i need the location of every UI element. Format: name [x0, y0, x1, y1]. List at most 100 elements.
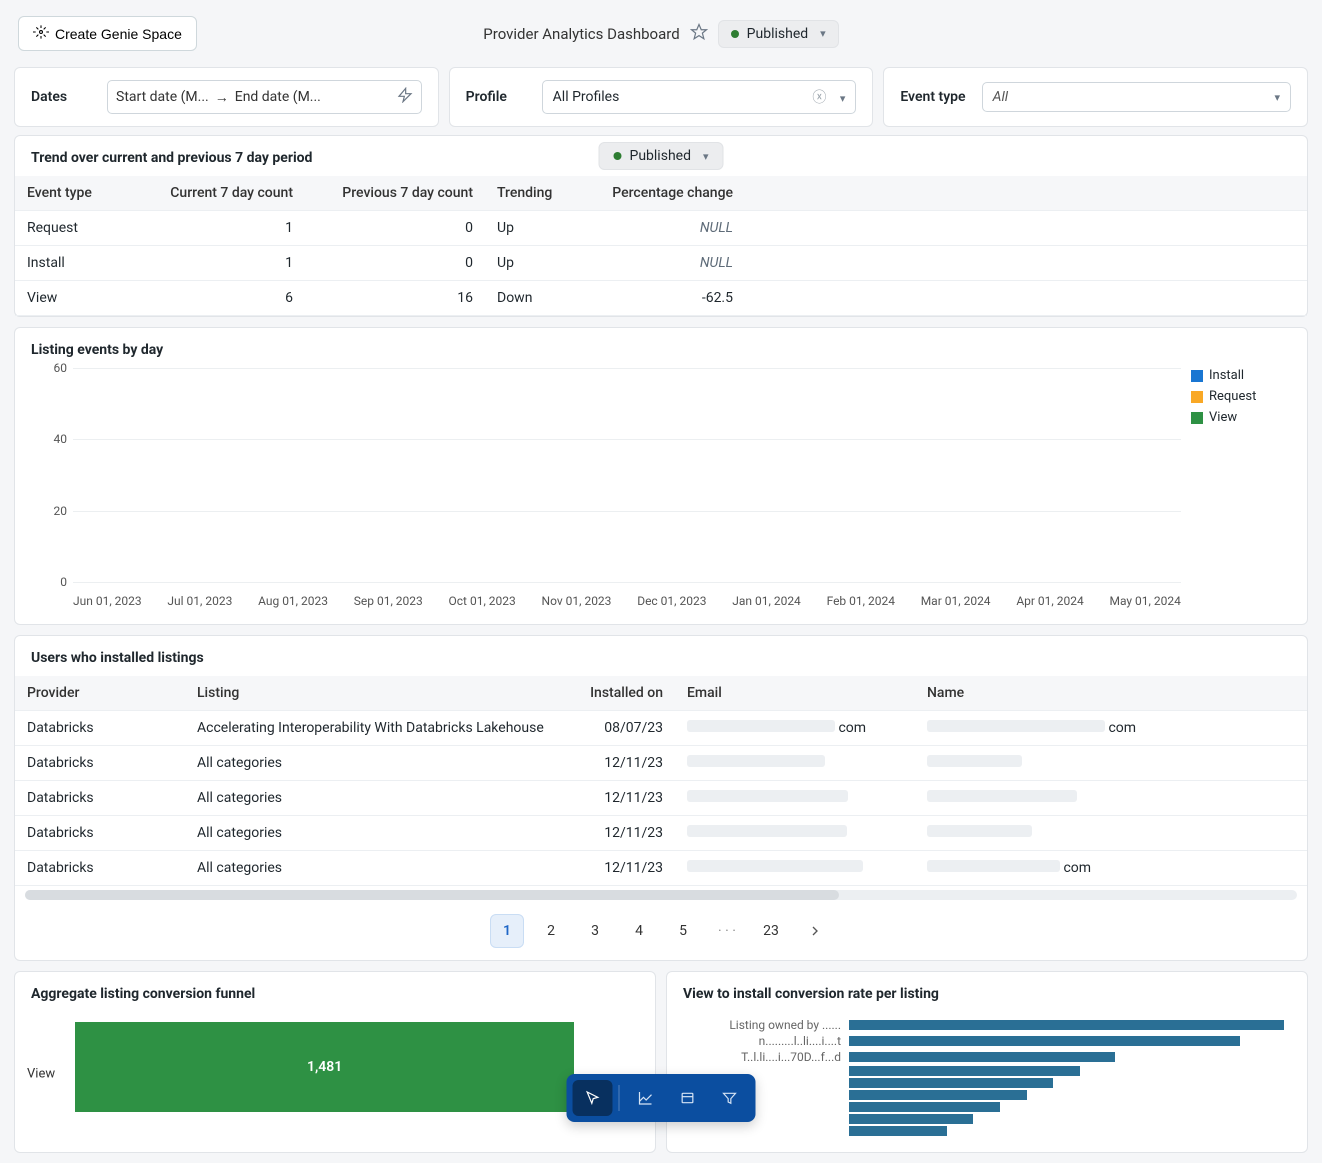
- hbar-row[interactable]: [681, 1066, 1293, 1076]
- filter-tool-button[interactable]: [710, 1080, 750, 1116]
- page-1[interactable]: 1: [490, 914, 524, 948]
- cell-name: com: [915, 851, 1307, 886]
- hbar-row[interactable]: T..l.li....i...70D...f...d: [681, 1050, 1293, 1064]
- page-5[interactable]: 5: [666, 914, 700, 948]
- hbar-row[interactable]: [681, 1078, 1293, 1088]
- col-event-type[interactable]: Event type: [15, 176, 135, 211]
- legend-swatch-request: [1191, 391, 1203, 403]
- cell-listing: All categories: [185, 851, 565, 886]
- cell-email: [675, 781, 915, 816]
- horizontal-scrollbar[interactable]: [25, 890, 1297, 900]
- table-row[interactable]: DatabricksAccelerating Interoperability …: [15, 711, 1307, 746]
- profile-select[interactable]: All Profiles ⓧ ▾: [542, 80, 857, 114]
- hbar-row[interactable]: [681, 1102, 1293, 1112]
- table-row[interactable]: Install10UpNULL: [15, 246, 1307, 281]
- chart-legend: Install Request View: [1191, 368, 1291, 431]
- cell-date: 12/11/23: [565, 816, 675, 851]
- y-tick-label: 20: [31, 504, 67, 518]
- chart-panel: Listing events by day 0 20 40 60 Jun 01, 20…: [14, 327, 1308, 625]
- page-2[interactable]: 2: [534, 914, 568, 948]
- clear-icon[interactable]: ⓧ: [812, 90, 826, 106]
- y-tick-label: 0: [31, 575, 67, 589]
- cell-trend: Down: [485, 281, 585, 316]
- cell-event: View: [15, 281, 135, 316]
- conversion-rate-chart[interactable]: Listing owned by ...... n.........l..li..…: [667, 1012, 1307, 1152]
- table-row[interactable]: DatabricksAll categories12/11/23: [15, 781, 1307, 816]
- cell-email: com: [675, 711, 915, 746]
- cell-previous: 0: [305, 246, 485, 281]
- filter-event-label: Event type: [900, 89, 965, 105]
- chart-panel-title: Listing events by day: [15, 342, 1307, 368]
- cell-event: Request: [15, 211, 135, 246]
- hbar-row[interactable]: [681, 1126, 1293, 1136]
- cell-listing: All categories: [185, 816, 565, 851]
- chevron-down-icon: ▾: [820, 27, 826, 40]
- col-current[interactable]: Current 7 day count: [135, 176, 305, 211]
- x-tick-label: Dec 01, 2023: [637, 594, 706, 608]
- x-tick-label: Jan 01, 2024: [732, 594, 801, 608]
- x-tick-label: Nov 01, 2023: [542, 594, 612, 608]
- filter-profile-label: Profile: [466, 89, 526, 105]
- funnel-view-bar[interactable]: 1,481: [75, 1022, 574, 1112]
- users-table: Provider Listing Installed on Email Name…: [15, 676, 1307, 886]
- col-previous[interactable]: Previous 7 day count: [305, 176, 485, 211]
- chevron-down-icon: ▾: [703, 150, 709, 163]
- hbar-label: T..l.li....i...70D...f...d: [681, 1050, 841, 1064]
- x-tick-label: Jun 01, 2023: [73, 594, 142, 608]
- hbar-row[interactable]: [681, 1114, 1293, 1124]
- cell-provider: Databricks: [15, 711, 185, 746]
- x-tick-label: Apr 01, 2024: [1016, 594, 1083, 608]
- page-4[interactable]: 4: [622, 914, 656, 948]
- table-tool-button[interactable]: [668, 1080, 708, 1116]
- page-last[interactable]: 23: [754, 914, 788, 948]
- sparkle-icon: [33, 24, 49, 43]
- date-range-input[interactable]: Start date (M... → End date (M...: [107, 80, 422, 114]
- event-type-select[interactable]: All ▾: [982, 82, 1291, 112]
- table-row[interactable]: DatabricksAll categories12/11/23: [15, 816, 1307, 851]
- col-pct[interactable]: Percentage change: [585, 176, 745, 211]
- col-listing[interactable]: Listing: [185, 676, 565, 711]
- cell-listing: All categories: [185, 746, 565, 781]
- listing-events-chart[interactable]: 0204060 Jun 01, 2023Jul 01, 2023Aug 01, …: [31, 368, 1291, 608]
- legend-request: Request: [1209, 389, 1256, 404]
- hbar-label: n.........l..li....i....t: [681, 1034, 841, 1048]
- cell-pct: -62.5: [585, 281, 745, 316]
- page-next[interactable]: [798, 914, 832, 948]
- chart-tool-button[interactable]: [626, 1080, 666, 1116]
- page-3[interactable]: 3: [578, 914, 612, 948]
- y-tick-label: 40: [31, 432, 67, 446]
- create-genie-space-button[interactable]: Create Genie Space: [18, 16, 197, 51]
- hbar-row[interactable]: n.........l..li....i....t: [681, 1034, 1293, 1048]
- filter-dates-card: Dates Start date (M... → End date (M...: [14, 67, 439, 127]
- status-badge[interactable]: Published ▾: [718, 20, 839, 48]
- cursor-tool-button[interactable]: [573, 1080, 613, 1116]
- table-row[interactable]: DatabricksAll categories12/11/23 com: [15, 851, 1307, 886]
- favorite-star-icon[interactable]: [690, 23, 708, 45]
- filter-dates-label: Dates: [31, 89, 91, 105]
- col-email[interactable]: Email: [675, 676, 915, 711]
- cell-current: 1: [135, 246, 305, 281]
- col-trending[interactable]: Trending: [485, 176, 585, 211]
- col-installed[interactable]: Installed on: [565, 676, 675, 711]
- conversion-rate-title: View to install conversion rate per list…: [667, 986, 1307, 1012]
- hbar-row[interactable]: Listing owned by ......: [681, 1018, 1293, 1032]
- cell-event: Install: [15, 246, 135, 281]
- hbar-row[interactable]: [681, 1090, 1293, 1100]
- col-name[interactable]: Name: [915, 676, 1307, 711]
- x-tick-label: Mar 01, 2024: [921, 594, 991, 608]
- table-row[interactable]: Request10UpNULL: [15, 211, 1307, 246]
- cell-previous: 0: [305, 211, 485, 246]
- cell-current: 6: [135, 281, 305, 316]
- table-row[interactable]: View616Down-62.5: [15, 281, 1307, 316]
- x-tick-label: Feb 01, 2024: [827, 594, 895, 608]
- legend-install: Install: [1209, 368, 1244, 383]
- table-row[interactable]: DatabricksAll categories12/11/23: [15, 746, 1307, 781]
- trend-status-badge[interactable]: Published ▾: [598, 142, 723, 170]
- col-provider[interactable]: Provider: [15, 676, 185, 711]
- cell-trend: Up: [485, 246, 585, 281]
- cell-current: 1: [135, 211, 305, 246]
- profile-select-value: All Profiles: [553, 89, 620, 105]
- y-tick-label: 60: [31, 361, 67, 375]
- filter-profile-card: Profile All Profiles ⓧ ▾: [449, 67, 874, 127]
- trend-table: Event type Current 7 day count Previous …: [15, 176, 1307, 316]
